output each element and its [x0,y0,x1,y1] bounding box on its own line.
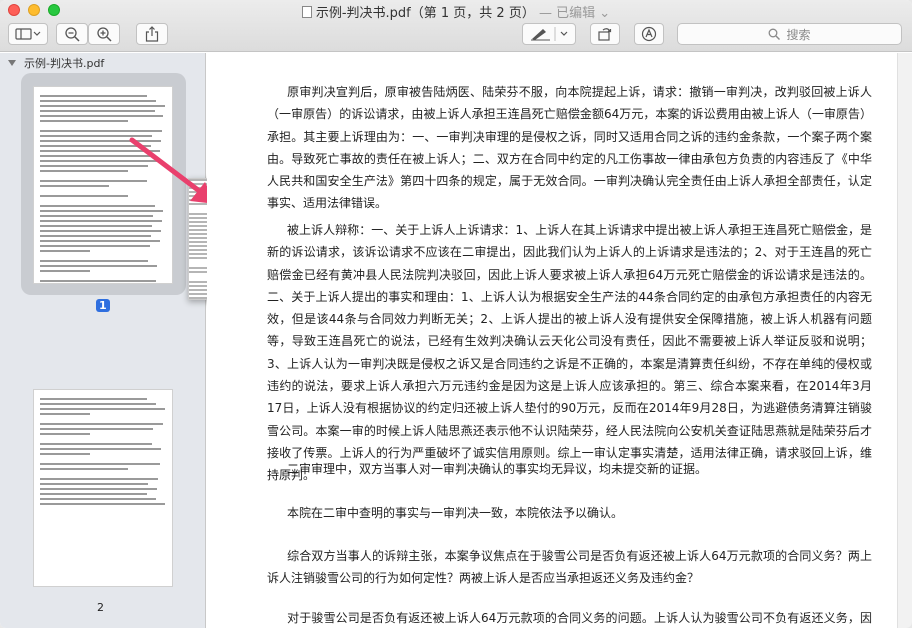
paragraph-4: 本院在二审中查明的事实与一审判决一致，本院依法予以确认。 [267,502,872,524]
paragraph-4-text: 本院在二审中查明的事实与一审判决一致，本院依法予以确认。 [287,506,624,520]
paragraph-6: 对于骏雪公司是否负有返还被上诉人64万元款项的合同义务的问题。上诉人认为骏雪公司… [267,607,872,628]
paragraph-2-text: 被上诉人辩称：一、关于上诉人上诉请求：1、上诉人在其上诉请求中提出被上诉人承担王… [267,223,872,483]
paragraph-5: 综合双方当事人的诉辩主张，本案争议焦点在于骏雪公司是否负有返还被上诉人64万元款… [267,545,872,590]
preview-window: 示例-判决书.pdf（第 1 页，共 2 页） — 已编辑 ⌄ 搜索 示例-判决… [0,0,912,628]
paragraph-2: 被上诉人辩称：一、关于上诉人上诉请求：1、上诉人在其上诉请求中提出被上诉人承担王… [267,219,872,487]
pdf-page-1[interactable]: 原审判决宣判后，原审被告陆炳医、陆荣芬不服，向本院提起上诉，请求：撤销一审判决，… [207,53,897,628]
paragraph-6-text: 对于骏雪公司是否负有返还被上诉人64万元款项的合同义务的问题。上诉人认为骏雪公司… [287,611,872,625]
vertical-scrollbar[interactable] [897,53,912,628]
paragraph-3: 二审审理中，双方当事人对一审判决确认的事实均无异议，均未提交新的证据。 [267,458,872,480]
paragraph-5-text: 综合双方当事人的诉辩主张，本案争议焦点在于骏雪公司是否负有返还被上诉人64万元款… [267,549,872,586]
paragraph-1: 原审判决宣判后，原审被告陆炳医、陆荣芬不服，向本院提起上诉，请求：撤销一审判决，… [267,81,872,215]
paragraph-3-text: 二审审理中，双方当事人对一审判决确认的事实均无异议，均未提交新的证据。 [287,462,708,476]
paragraph-1-text: 原审判决宣判后，原审被告陆炳医、陆荣芬不服，向本院提起上诉，请求：撤销一审判决，… [267,85,872,211]
document-view[interactable]: 原审判决宣判后，原审被告陆炳医、陆荣芬不服，向本院提起上诉，请求：撤销一审判决，… [207,53,912,628]
